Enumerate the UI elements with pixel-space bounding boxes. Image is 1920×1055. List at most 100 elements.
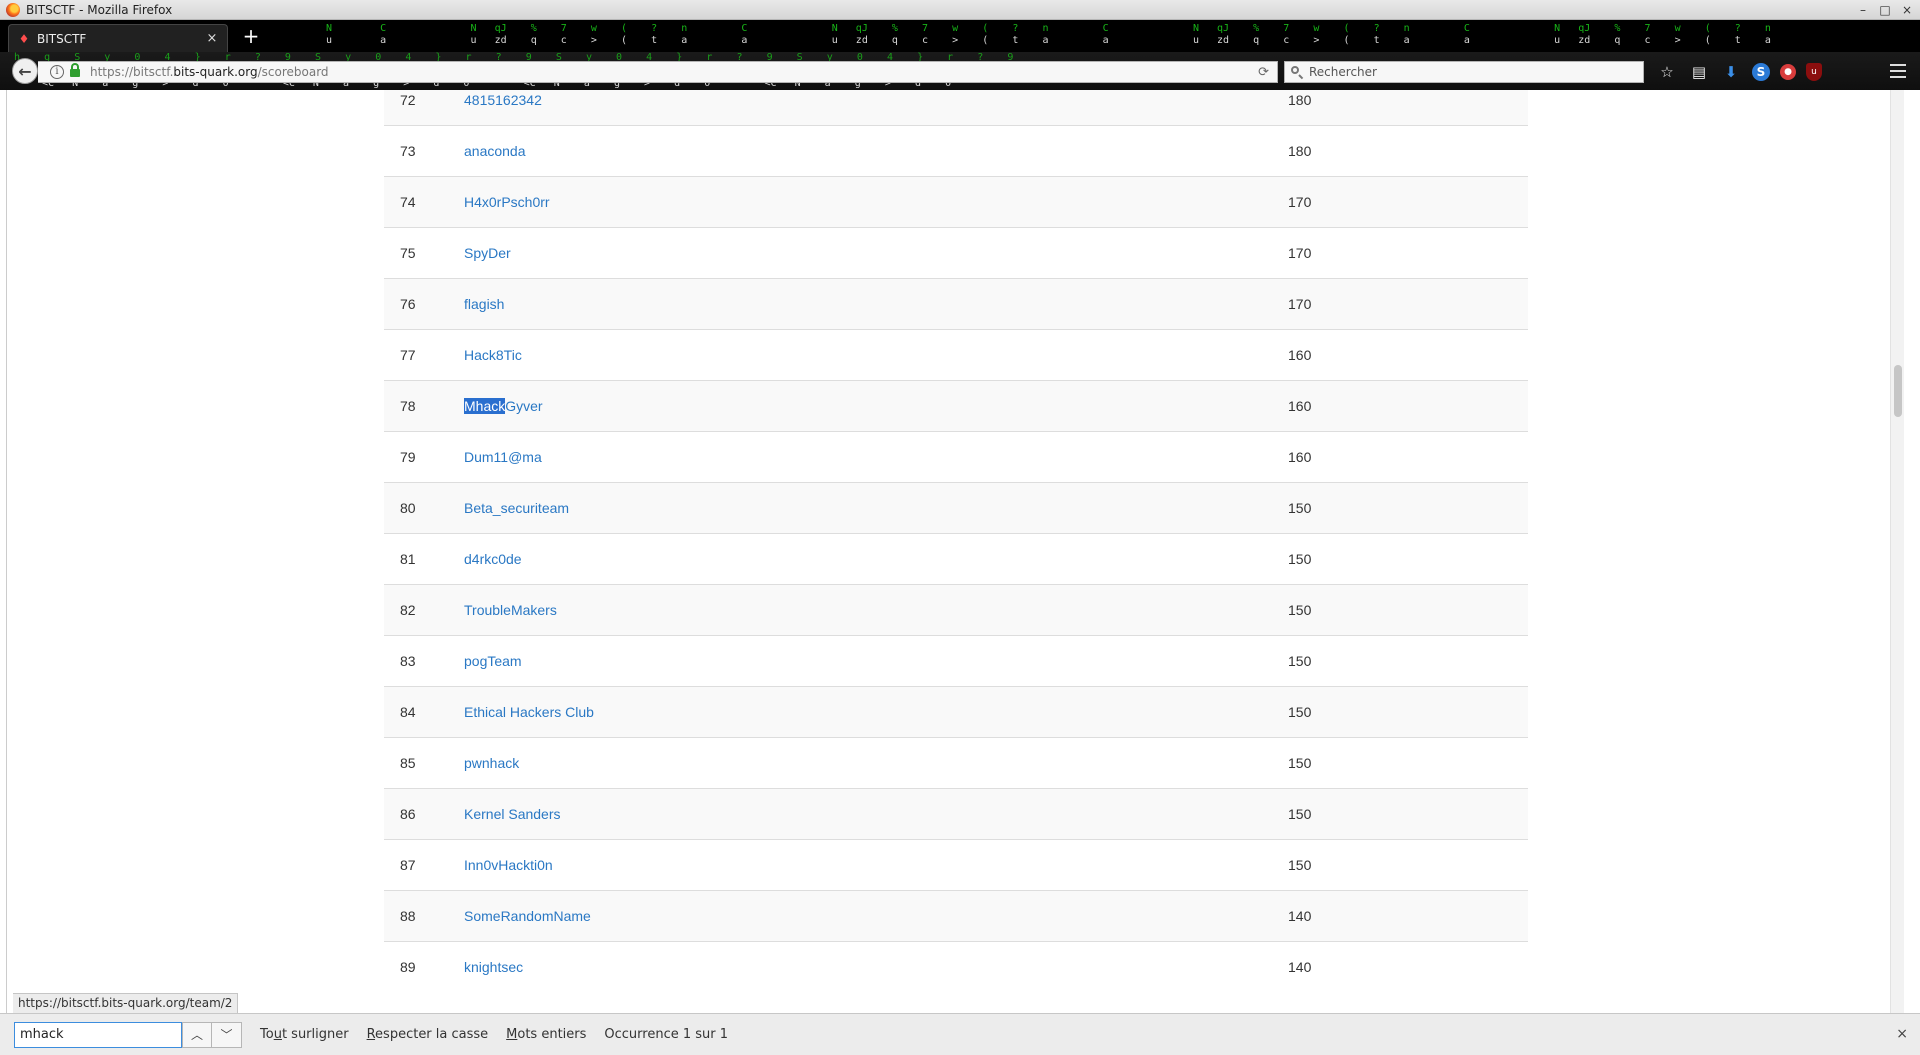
status-link-preview: https://bitsctf.bits-quark.org/team/2: [13, 993, 239, 1013]
new-tab-button[interactable]: +: [240, 24, 262, 48]
find-match-highlight: Mhack: [464, 398, 506, 414]
bookmark-star-icon[interactable]: ☆: [1656, 61, 1678, 83]
table-row: 82 TroubleMakers 150: [384, 584, 1528, 636]
team-rank: 80: [400, 500, 416, 516]
team-link[interactable]: SpyDer: [464, 245, 511, 261]
find-previous-button[interactable]: ︿: [182, 1021, 212, 1048]
url-prefix: https://bitsctf.: [90, 65, 174, 79]
window-title: BITSCTF - Mozilla Firefox: [26, 2, 173, 17]
matrix-text: u a u zd q c > ( t a a u zd q c > ( t a …: [326, 35, 1771, 46]
team-score: 160: [1288, 347, 1312, 363]
team-rank: 75: [400, 245, 416, 261]
team-name-cell: Dum11@ma: [464, 432, 1288, 483]
back-button[interactable]: ←: [12, 58, 38, 84]
team-link[interactable]: Beta_securiteam: [464, 500, 569, 516]
team-name-cell: 4815162342: [464, 90, 1288, 126]
label-accesskey: u: [273, 1027, 282, 1042]
url-bar[interactable]: i https://bitsctf.bits-quark.org/scorebo…: [38, 61, 1278, 83]
team-link[interactable]: H4x0rPsch0rr: [464, 194, 550, 210]
close-window-icon[interactable]: ×: [1900, 2, 1914, 18]
team-rank: 79: [400, 449, 416, 465]
team-link[interactable]: anaconda: [464, 143, 526, 159]
team-name-cell: Inn0vHackti0n: [464, 840, 1288, 891]
maximize-icon[interactable]: □: [1878, 2, 1892, 18]
team-rank: 73: [400, 143, 416, 159]
bookmarks-library-icon[interactable]: ▤: [1688, 61, 1710, 83]
minimize-icon[interactable]: –: [1856, 2, 1870, 18]
table-row: 80 Beta_securiteam 150: [384, 482, 1528, 534]
extension-red-icon[interactable]: ●: [1780, 64, 1796, 80]
team-link[interactable]: SomeRandomName: [464, 908, 591, 924]
url-path: /scoreboard: [257, 65, 329, 79]
ctf-favicon-icon: ♦: [18, 31, 30, 46]
tab-title: BITSCTF: [37, 31, 87, 46]
close-find-bar-icon[interactable]: ×: [1896, 1026, 1908, 1042]
team-link[interactable]: Dum11@ma: [464, 449, 542, 465]
search-input[interactable]: [1309, 65, 1629, 79]
table-row: 79 Dum11@ma 160: [384, 431, 1528, 483]
whole-words-toggle[interactable]: Mots entiers: [506, 1027, 586, 1042]
table-row: 74 H4x0rPsch0rr 170: [384, 176, 1528, 228]
team-link[interactable]: MhackGyver: [464, 398, 543, 414]
team-link[interactable]: knightsec: [464, 959, 523, 975]
scoreboard-body: 72 4815162342 180 73 anaconda 180 74 H4x0rPsch0…: [384, 90, 1528, 993]
team-link[interactable]: flagish: [464, 296, 504, 312]
team-rank: 76: [400, 296, 416, 312]
ublock-origin-icon[interactable]: u: [1806, 63, 1822, 81]
reload-icon[interactable]: ⟳: [1258, 65, 1269, 80]
back-arrow-icon: ←: [18, 61, 32, 81]
find-next-button[interactable]: ﹀: [212, 1021, 242, 1048]
table-row: 75 SpyDer 170: [384, 227, 1528, 279]
scrollbar-thumb[interactable]: [1894, 365, 1902, 417]
team-name-cell: MhackGyver: [464, 381, 1288, 432]
team-link[interactable]: Hack8Tic: [464, 347, 522, 363]
team-score: 150: [1288, 806, 1312, 822]
team-rank: 84: [400, 704, 416, 720]
download-icon[interactable]: ⬇: [1720, 61, 1742, 83]
label-part: especter la casse: [375, 1027, 489, 1042]
label-accesskey: R: [366, 1027, 376, 1042]
team-link[interactable]: pogTeam: [464, 653, 522, 669]
url-text[interactable]: https://bitsctf.bits-quark.org/scoreboar…: [90, 65, 329, 79]
chevron-down-icon: ﹀: [220, 1028, 233, 1042]
table-row: 76 flagish 170: [384, 278, 1528, 330]
skype-extension-icon[interactable]: S: [1752, 63, 1770, 81]
team-name-cell: H4x0rPsch0rr: [464, 177, 1288, 228]
matrix-text: N C N qJ % 7 w ( ? n C N qJ % 7 w ( ? n …: [326, 23, 1771, 34]
team-score: 170: [1288, 194, 1312, 210]
team-name-cell: knightsec: [464, 942, 1288, 993]
url-host: bits-quark.org: [173, 65, 258, 79]
team-name-cell: Kernel Sanders: [464, 789, 1288, 840]
team-link[interactable]: pwnhack: [464, 755, 519, 771]
team-score: 150: [1288, 755, 1312, 771]
info-icon[interactable]: i: [50, 65, 64, 79]
match-case-toggle[interactable]: Respecter la casse: [367, 1027, 489, 1042]
close-tab-icon[interactable]: ×: [205, 31, 219, 46]
team-name-cell: anaconda: [464, 126, 1288, 177]
tab-bitsctf[interactable]: ♦ BITSCTF ×: [8, 24, 228, 52]
team-link[interactable]: Inn0vHackti0n: [464, 857, 553, 873]
team-score: 150: [1288, 551, 1312, 567]
matrix-theme-background: N C N qJ % 7 w ( ? n C N qJ % 7 w ( ? n …: [0, 20, 1920, 52]
window-titlebar: BITSCTF - Mozilla Firefox – □ ×: [0, 0, 1920, 20]
hamburger-menu-icon[interactable]: [1890, 64, 1906, 78]
team-rank: 77: [400, 347, 416, 363]
team-link[interactable]: TroubleMakers: [464, 602, 557, 618]
label-part: ots entiers: [517, 1027, 587, 1042]
search-bar[interactable]: [1284, 61, 1644, 83]
team-rank: 89: [400, 959, 416, 976]
team-link[interactable]: Kernel Sanders: [464, 806, 561, 822]
find-input[interactable]: [14, 1021, 182, 1048]
team-link[interactable]: d4rkc0de: [464, 551, 522, 567]
team-link[interactable]: 4815162342: [464, 92, 542, 108]
team-name-cell: Beta_securiteam: [464, 483, 1288, 534]
team-rank: 74: [400, 194, 416, 210]
team-rank: 82: [400, 602, 416, 618]
lock-icon[interactable]: [70, 63, 80, 77]
team-rank: 72: [400, 92, 416, 108]
vertical-scrollbar[interactable]: [1890, 90, 1904, 1013]
team-score: 160: [1288, 398, 1312, 414]
team-name-cell: SomeRandomName: [464, 891, 1288, 942]
team-link[interactable]: Ethical Hackers Club: [464, 704, 594, 720]
highlight-all-toggle[interactable]: Tout surligner: [260, 1027, 349, 1042]
